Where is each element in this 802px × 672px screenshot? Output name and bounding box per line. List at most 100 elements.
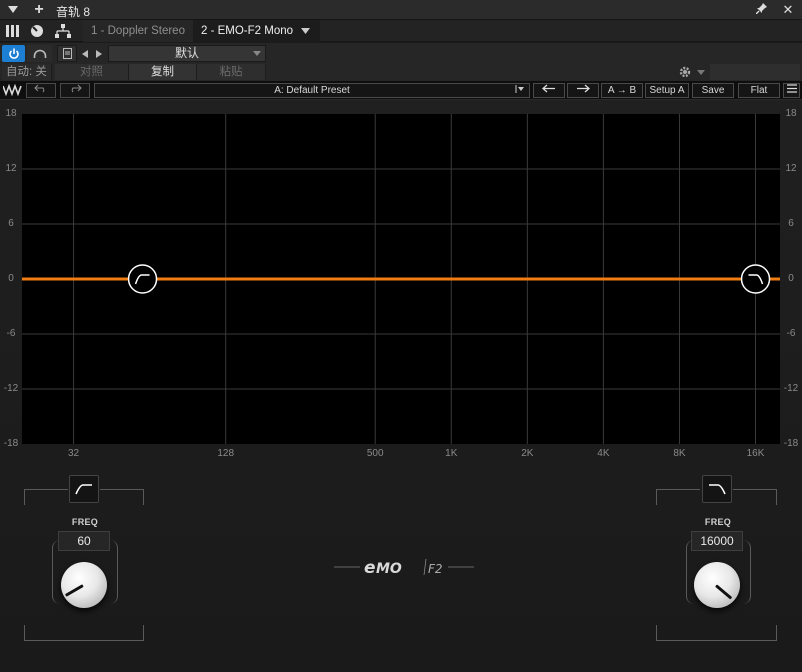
y-tick-label-right: -6: [786, 328, 796, 339]
lpf-handle[interactable]: [740, 264, 771, 294]
lpf-freq-label: FREQ: [704, 517, 732, 527]
tab-dropdown-icon[interactable]: [301, 28, 310, 34]
arrow-right-icon: [577, 84, 590, 93]
hpf-knob-cap: [61, 562, 107, 608]
close-icon[interactable]: ✕: [780, 2, 796, 18]
svg-text:F2: F2: [428, 562, 443, 576]
waves-toolbar: A: Default Preset A → B Setup A Save Fla…: [0, 81, 802, 100]
flat-button[interactable]: Flat: [738, 83, 780, 98]
x-tick-label: 32: [68, 448, 80, 459]
automation-button[interactable]: 自动: 关: [2, 64, 52, 80]
svg-text:MO: MO: [376, 561, 402, 577]
routing-icon[interactable]: [52, 21, 74, 41]
mixer-icon[interactable]: [2, 21, 24, 41]
high-pass-icon: [75, 484, 92, 495]
hpf-freq-label: FREQ: [71, 517, 99, 527]
lpf-bracket-top-left: [656, 489, 700, 505]
monitor-button[interactable]: [27, 45, 52, 62]
eq-graph[interactable]: [22, 114, 780, 444]
y-tick-label-left: -18: [3, 438, 19, 449]
y-tick-label-left: -6: [6, 328, 16, 339]
tab-doppler-stereo[interactable]: 1 - Doppler Stereo: [83, 20, 193, 42]
y-tick-label-right: 0: [788, 273, 794, 284]
collapse-arrow-icon[interactable]: [4, 2, 22, 18]
hpf-bracket-top-right: [100, 489, 144, 505]
x-tick-label: 16K: [746, 448, 765, 459]
x-tick-label: 500: [366, 448, 384, 459]
handle-ring: [740, 264, 771, 294]
y-tick-label-right: 18: [785, 108, 797, 119]
add-icon[interactable]: +: [30, 2, 48, 18]
hpf-type-button[interactable]: [69, 475, 99, 503]
y-tick-label-right: 12: [785, 163, 797, 174]
save-button[interactable]: Save: [692, 83, 734, 98]
settings-dropdown[interactable]: [694, 64, 708, 80]
x-tick-label: 8K: [673, 448, 686, 459]
preset-selector[interactable]: 默认: [108, 45, 266, 62]
x-tick-label: 1K: [445, 448, 458, 459]
lpf-knob-indicator: [715, 584, 733, 600]
y-tick-label-left: 0: [8, 273, 14, 284]
emo-f2-plugin: 18 12 6 0 -6 -12 -18 18 12 6 0 -6 -12 -18 32 128 500 1K…: [0, 100, 802, 672]
tab-label: 2 - EMO-F2 Mono: [201, 25, 294, 37]
preset-area: 默认 自动: 关 对照 复制 粘贴: [0, 43, 802, 81]
lpf-freq-knob[interactable]: [686, 552, 750, 618]
setup-button[interactable]: Setup A: [645, 83, 689, 98]
hamburger-icon: [786, 84, 797, 93]
gear-icon: [679, 66, 691, 78]
hpf-handle[interactable]: [127, 264, 158, 294]
lpf-type-button[interactable]: [702, 475, 732, 503]
chevron-down-icon: [697, 69, 705, 75]
lpf-bracket-top-right: [733, 489, 777, 505]
ab-compare-button[interactable]: A → B: [601, 83, 643, 98]
redo-icon: [71, 84, 82, 93]
x-tick-label: 4K: [597, 448, 610, 459]
arrow-left-icon: [542, 84, 555, 93]
next-preset-arrow-button[interactable]: [567, 83, 599, 98]
handle-ring: [127, 264, 158, 294]
emo-f2-logo: e MO F2: [334, 556, 474, 578]
arrow-left-icon: [82, 49, 88, 58]
pin-icon[interactable]: [754, 2, 770, 18]
tab-emo-f2-mono[interactable]: 2 - EMO-F2 Mono: [193, 20, 320, 42]
redo-button[interactable]: [60, 83, 90, 98]
preset-menu[interactable]: A: Default Preset: [94, 83, 530, 98]
paste-button[interactable]: 粘贴: [197, 64, 266, 80]
lpf-knob-cap: [694, 562, 740, 608]
preset-menu-label: A: Default Preset: [274, 85, 350, 96]
y-tick-label-right: -12: [783, 383, 799, 394]
next-preset-button[interactable]: [92, 45, 106, 62]
window-title: 音轨 8: [56, 5, 91, 19]
lpf-freq-value[interactable]: 16000: [691, 531, 743, 551]
preset-name: 默认: [174, 46, 199, 60]
y-tick-label-left: -12: [3, 383, 19, 394]
y-tick-label-left: 6: [8, 218, 14, 229]
menu-button[interactable]: [783, 83, 800, 98]
compare-button[interactable]: 对照: [55, 64, 129, 80]
y-tick-label-left: 18: [5, 108, 17, 119]
y-tick-label-right: -18: [783, 438, 799, 449]
hpf-freq-value[interactable]: 60: [58, 531, 110, 551]
hpf-freq-knob[interactable]: [53, 552, 117, 618]
waves-logo-icon: [2, 83, 23, 99]
plugin-tabs-row: 1 - Doppler Stereo 2 - EMO-F2 Mono: [0, 20, 802, 42]
prev-preset-button[interactable]: [78, 45, 92, 62]
svg-text:e: e: [364, 558, 376, 578]
hpf-bracket-bottom: [24, 625, 144, 641]
title-bar: + 音轨 8 ✕: [0, 0, 802, 20]
undo-button[interactable]: [26, 83, 56, 98]
prev-preset-arrow-button[interactable]: [533, 83, 565, 98]
preset-file-button[interactable]: [57, 45, 77, 62]
document-icon: [62, 48, 72, 59]
power-button[interactable]: [2, 45, 25, 62]
x-tick-label: 2K: [521, 448, 534, 459]
lpf-bracket-bottom: [656, 625, 777, 641]
eq-curve-chart: [22, 114, 780, 444]
settings-button[interactable]: [676, 64, 694, 80]
dial-icon[interactable]: [26, 21, 48, 41]
hpf-bracket-top-left: [24, 489, 68, 505]
y-tick-label-right: 6: [788, 218, 794, 229]
preset-menu-arrow-icon: [515, 84, 525, 98]
extra-panel: [710, 64, 800, 80]
copy-button[interactable]: 复制: [129, 64, 197, 80]
